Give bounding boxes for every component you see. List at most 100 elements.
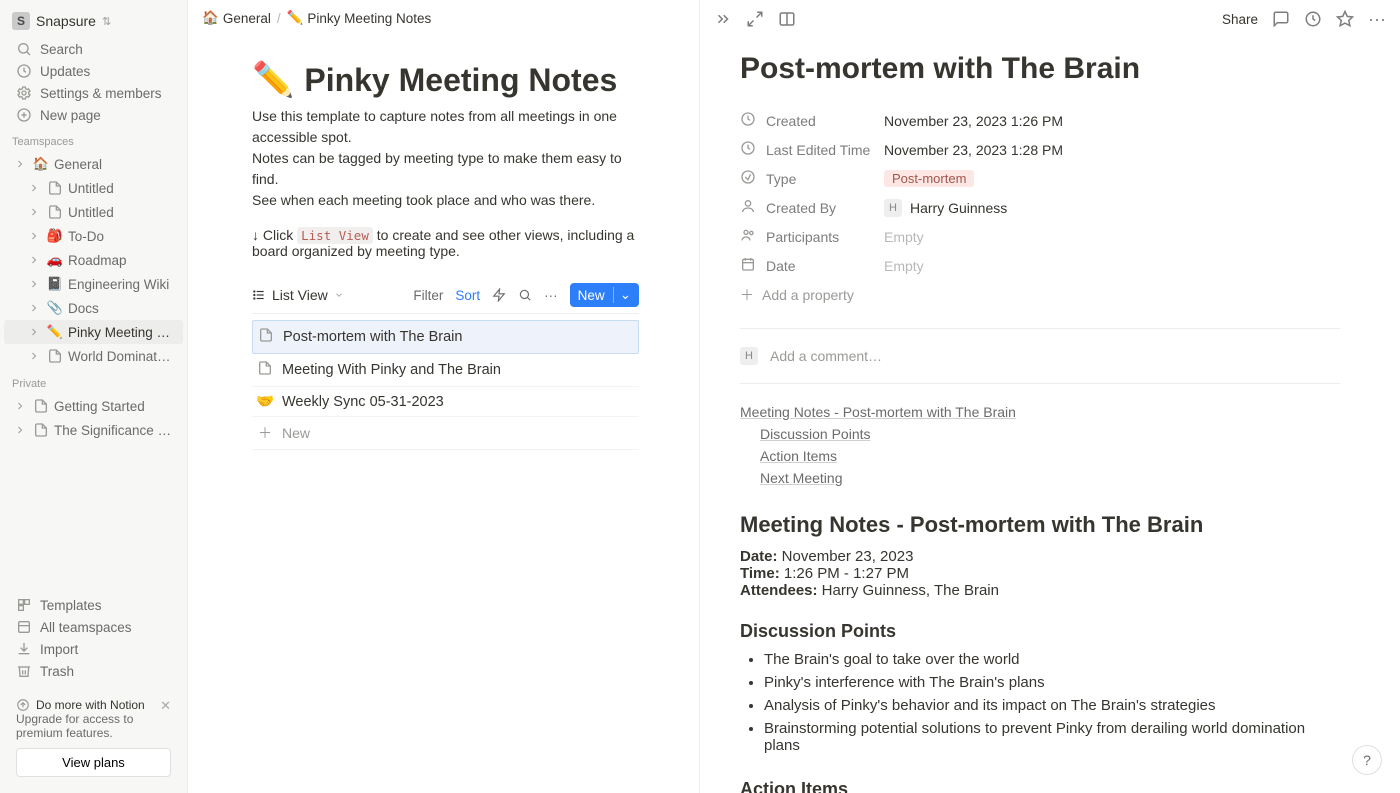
workspace-switcher[interactable]: S Snapsure ⇅	[0, 0, 187, 38]
nav-trash[interactable]: Trash	[4, 660, 183, 682]
download-icon	[16, 641, 32, 657]
db-new-button[interactable]: New ⌄	[570, 283, 639, 307]
breadcrumb-current[interactable]: ✏️ Pinky Meeting Notes	[287, 10, 432, 26]
page-emoji-icon[interactable]: ✏️	[252, 60, 294, 100]
page-icon: 📓	[46, 275, 64, 293]
nav-search[interactable]: Search	[4, 38, 183, 60]
view-plans-button[interactable]: View plans	[16, 748, 171, 777]
upgrade-card: ✕ Do more with Notion Upgrade for access…	[8, 690, 179, 785]
peek-panel: Share ··· Post-mortem with The Brain Cre…	[700, 0, 1400, 793]
sidebar-page-item[interactable]: World Domination Sche…	[4, 344, 183, 368]
updates-icon[interactable]	[1304, 10, 1322, 28]
upgrade-desc: Upgrade for access to premium features.	[16, 712, 171, 740]
nav-newpage[interactable]: New page	[4, 104, 183, 126]
comment-icon[interactable]	[1272, 10, 1290, 28]
page-label: Getting Started	[54, 399, 173, 414]
chevron-right-icon[interactable]	[12, 156, 28, 172]
row-icon	[256, 360, 274, 380]
nav-allteamspaces[interactable]: All teamspaces	[4, 616, 183, 638]
nav-search-label: Search	[40, 42, 83, 57]
page-label: Pinky Meeting Notes	[68, 325, 173, 340]
db-view-switcher[interactable]: List View	[252, 287, 344, 303]
expand-icon[interactable]	[746, 10, 764, 28]
close-peek-icon[interactable]	[714, 10, 732, 28]
sidebar-page-item[interactable]: 🎒To-Do	[4, 224, 183, 248]
db-new-row[interactable]: ＋ New	[252, 417, 639, 450]
peek-mode-icon[interactable]	[778, 10, 796, 28]
property-row[interactable]: CreatedNovember 23, 2023 1:26 PM	[740, 106, 1340, 135]
db-row[interactable]: Meeting With Pinky and The Brain	[252, 354, 639, 387]
property-row[interactable]: TypePost-mortem	[740, 164, 1340, 193]
chevron-right-icon[interactable]	[26, 228, 42, 244]
comment-input[interactable]: H Add a comment…	[740, 347, 1340, 365]
share-button[interactable]: Share	[1222, 12, 1258, 27]
sidebar-page-item[interactable]: 🏠General	[4, 152, 183, 176]
sidebar-page-item[interactable]: 📓 Engineering Wiki	[4, 272, 183, 296]
property-value: Empty	[884, 229, 924, 245]
toc-item[interactable]: Discussion Points	[760, 426, 871, 442]
chevron-right-icon[interactable]	[26, 324, 42, 340]
search-icon[interactable]	[518, 288, 532, 302]
chevron-right-icon[interactable]	[26, 204, 42, 220]
page-label: Engineering Wiki	[68, 277, 173, 292]
db-row[interactable]: 🤝Weekly Sync 05-31-2023	[252, 387, 639, 417]
property-name: Date	[766, 258, 876, 274]
bolt-icon[interactable]	[492, 288, 506, 302]
sidebar-page-item[interactable]: 📎Docs	[4, 296, 183, 320]
favorite-icon[interactable]	[1336, 10, 1354, 28]
db-sort-button[interactable]: Sort	[455, 288, 480, 303]
chevron-right-icon[interactable]	[26, 300, 42, 316]
chevron-right-icon[interactable]	[26, 276, 42, 292]
add-property[interactable]: ＋ Add a property	[740, 280, 1340, 310]
close-icon[interactable]: ✕	[160, 698, 171, 714]
help-button[interactable]: ?	[1352, 745, 1382, 775]
property-row[interactable]: Last Edited TimeNovember 23, 2023 1:28 P…	[740, 135, 1340, 164]
property-row[interactable]: ParticipantsEmpty	[740, 222, 1340, 251]
section-private: Private	[0, 368, 187, 394]
sidebar-page-item[interactable]: 🚗Roadmap	[4, 248, 183, 272]
page-label: General	[54, 157, 173, 172]
property-row[interactable]: Created ByHHarry Guinness	[740, 193, 1340, 222]
nav-settings[interactable]: Settings & members	[4, 82, 183, 104]
breadcrumb-general[interactable]: 🏠 General	[202, 10, 271, 26]
more-icon[interactable]: ···	[544, 288, 558, 303]
property-row[interactable]: Date Empty	[740, 251, 1340, 280]
more-icon[interactable]: ···	[1368, 10, 1386, 28]
page-title[interactable]: Pinky Meeting Notes	[304, 62, 617, 99]
chevron-right-icon[interactable]	[12, 398, 28, 414]
arrow-up-circle-icon	[16, 698, 30, 712]
property-value: Harry Guinness	[910, 200, 1007, 216]
chevron-down-icon[interactable]: ⌄	[613, 287, 631, 303]
toc-item[interactable]: Action Items	[760, 448, 837, 464]
notes-heading: Meeting Notes - Post-mortem with The Bra…	[740, 512, 1340, 538]
person-icon	[740, 198, 758, 217]
nav-settings-label: Settings & members	[40, 86, 162, 101]
sidebar-page-item[interactable]: ✏️Pinky Meeting Notes	[4, 320, 183, 344]
chevron-right-icon[interactable]	[26, 348, 42, 364]
toc-root[interactable]: Meeting Notes - Post-mortem with The Bra…	[740, 404, 1016, 420]
sidebar-page-item[interactable]: The Significance of Gui…	[4, 418, 183, 442]
list-item: Analysis of Pinky's behavior and its imp…	[764, 694, 1340, 717]
nav-trash-label: Trash	[40, 664, 74, 679]
sidebar-page-item[interactable]: Untitled	[4, 200, 183, 224]
nav-updates[interactable]: Updates	[4, 60, 183, 82]
page-description[interactable]: Use this template to capture notes from …	[252, 106, 639, 211]
page-icon: 🚗	[46, 251, 64, 269]
property-value: Empty	[884, 258, 924, 274]
nav-templates[interactable]: Templates	[4, 594, 183, 616]
chevron-right-icon[interactable]	[26, 252, 42, 268]
toc-item[interactable]: Next Meeting	[760, 470, 842, 486]
chevron-right-icon[interactable]	[26, 180, 42, 196]
detail-title[interactable]: Post-mortem with The Brain	[740, 52, 1340, 86]
page-icon: 🎒	[46, 227, 64, 245]
db-filter-button[interactable]: Filter	[413, 288, 443, 303]
clock-icon	[16, 63, 32, 79]
db-row[interactable]: Post-mortem with The Brain	[252, 320, 639, 354]
sidebar-page-item[interactable]: Untitled	[4, 176, 183, 200]
page-icon	[32, 421, 50, 439]
nav-import[interactable]: Import	[4, 638, 183, 660]
row-icon: 🤝	[256, 393, 274, 410]
sidebar-page-item[interactable]: Getting Started	[4, 394, 183, 418]
chevron-right-icon[interactable]	[12, 422, 28, 438]
workspace-name: Snapsure	[36, 13, 96, 29]
